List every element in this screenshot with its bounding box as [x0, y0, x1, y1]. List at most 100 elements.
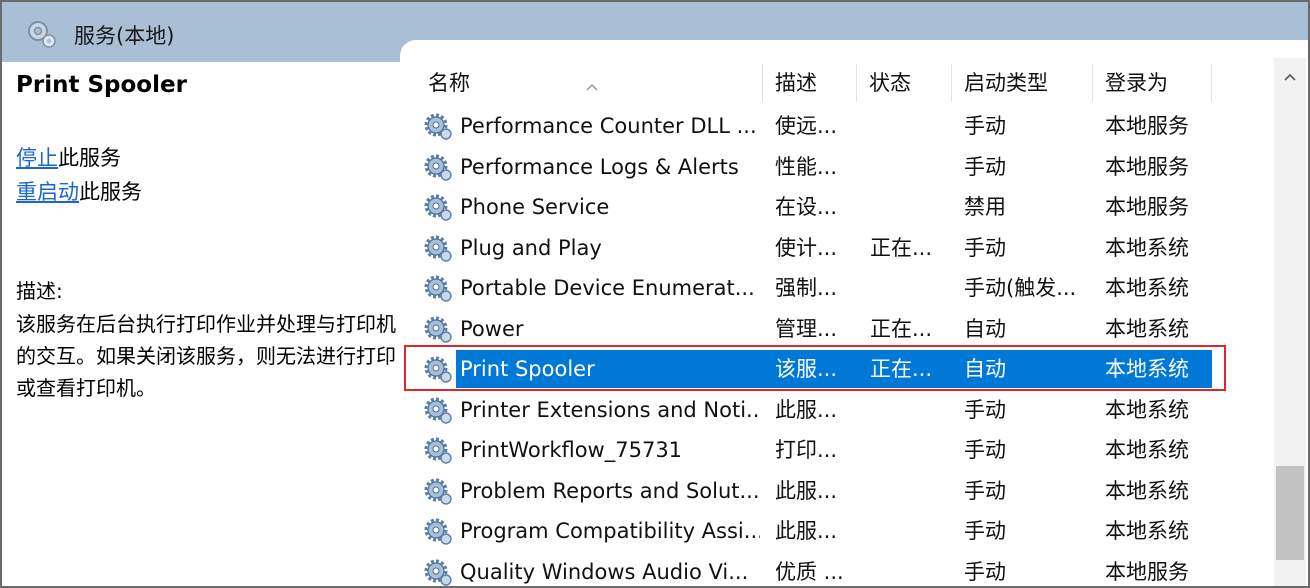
service-log-on-as-cell: 本地服务: [1105, 155, 1189, 179]
service-startup-type-cell: 自动: [964, 357, 1006, 381]
column-header-description[interactable]: 描述: [763, 62, 855, 104]
scroll-up-arrow-icon[interactable]: [1283, 72, 1297, 82]
service-log-on-as-cell: 本地系统: [1105, 398, 1189, 422]
service-description-cell: 优质 ...: [775, 560, 844, 584]
table-row[interactable]: Plug and Play 使计... 正在... 手动 本地系统: [400, 228, 1280, 268]
service-description-cell: 该服...: [775, 357, 838, 381]
service-description-cell: 使远...: [775, 114, 838, 138]
table-row[interactable]: Printer Extensions and Noti... 此服... 手动 本地系…: [400, 390, 1280, 430]
services-gear-icon: [28, 21, 56, 48]
service-log-on-as-cell: 本地服务: [1105, 560, 1189, 584]
service-log-on-as-cell: 本地系统: [1105, 236, 1189, 260]
service-startup-type-cell: 手动: [964, 236, 1006, 260]
selected-service-name: Print Spooler: [16, 72, 187, 98]
service-gear-icon: [424, 194, 452, 221]
service-status-cell: [870, 390, 952, 430]
column-header-row: 名称 描述 状态 启动类型 登录为: [400, 62, 1270, 104]
services-window: 服务(本地) Print Spooler 停止此服务 重启动此服务 描述: 该服…: [0, 0, 1310, 588]
restart-suffix: 此服务: [79, 180, 142, 204]
service-description-cell: 此服...: [775, 398, 838, 422]
service-gear-icon: [424, 437, 452, 464]
service-description-cell: 管理...: [775, 317, 838, 341]
service-status-cell: [870, 430, 952, 470]
service-status-cell: [870, 106, 952, 146]
service-log-on-as-cell: 本地服务: [1105, 114, 1189, 138]
service-startup-type-cell: 手动: [964, 519, 1006, 543]
table-row[interactable]: Program Compatibility Assi... 此服... 手动 本地系统: [400, 511, 1280, 551]
service-log-on-as-cell: 本地系统: [1105, 519, 1189, 543]
service-startup-type-cell: 手动(触发...: [964, 276, 1077, 300]
service-name-cell: Power: [460, 317, 524, 341]
service-name-cell: Plug and Play: [460, 236, 602, 260]
stop-service-link[interactable]: 停止: [16, 146, 58, 170]
service-log-on-as-cell: 本地系统: [1105, 357, 1189, 381]
service-name-cell: Program Compatibility Assi...: [460, 519, 760, 543]
sort-ascending-icon: [586, 83, 598, 91]
service-name-cell: Printer Extensions and Noti...: [460, 398, 760, 422]
service-log-on-as-cell: 本地系统: [1105, 317, 1189, 341]
service-gear-icon: [424, 559, 452, 586]
service-gear-icon: [424, 275, 452, 302]
service-startup-type-cell: 手动: [964, 560, 1006, 584]
service-name-cell: Print Spooler: [460, 357, 595, 381]
service-startup-type-cell: 自动: [964, 317, 1006, 341]
service-startup-type-cell: 手动: [964, 438, 1006, 462]
service-gear-icon: [424, 154, 452, 181]
service-startup-type-cell: 手动: [964, 398, 1006, 422]
column-separator[interactable]: [1211, 64, 1212, 102]
service-description-cell: 此服...: [775, 519, 838, 543]
column-header-status[interactable]: 状态: [857, 62, 951, 104]
restart-service-link[interactable]: 重启动: [16, 180, 79, 204]
table-row[interactable]: Print Spooler 该服... 正在... 自动 本地系统: [400, 345, 1280, 391]
service-status-cell: 正在...: [870, 236, 933, 260]
stop-action-line: 停止此服务: [16, 142, 121, 172]
service-details-pane: Print Spooler 停止此服务 重启动此服务 描述: 该服务在后台执行打…: [2, 62, 402, 586]
service-startup-type-cell: 手动: [964, 155, 1006, 179]
description-label: 描述:: [16, 279, 63, 303]
table-row[interactable]: Problem Reports and Solut... 此服... 手动 本地系统: [400, 471, 1280, 511]
vertical-scrollbar[interactable]: [1274, 58, 1306, 586]
service-status-cell: [870, 147, 952, 187]
service-gear-icon: [424, 316, 452, 343]
table-row[interactable]: Quality Windows Audio Vi... 优质 ... 手动 本地服务: [400, 552, 1280, 586]
services-list-pane: 名称 描述 状态 启动类型 登录为 Performance Counter DL…: [400, 40, 1308, 586]
restart-action-line: 重启动此服务: [16, 176, 142, 206]
service-status-cell: 正在...: [870, 357, 933, 381]
stop-suffix: 此服务: [58, 146, 121, 170]
service-startup-type-cell: 手动: [964, 114, 1006, 138]
service-name-cell: Portable Device Enumerat...: [460, 276, 755, 300]
column-header-log-on-as[interactable]: 登录为: [1093, 62, 1211, 104]
table-row[interactable]: Portable Device Enumerat... 强制... 手动(触发...…: [400, 268, 1280, 308]
service-gear-icon: [424, 356, 452, 383]
service-name-cell: Phone Service: [460, 195, 610, 219]
scrollbar-thumb[interactable]: [1276, 466, 1304, 560]
table-row[interactable]: Power 管理... 正在... 自动 本地系统: [400, 309, 1280, 349]
service-gear-icon: [424, 235, 452, 262]
service-gear-icon: [424, 478, 452, 505]
service-name-cell: Performance Logs & Alerts: [460, 155, 739, 179]
table-row[interactable]: Performance Logs & Alerts 性能... 手动 本地服务: [400, 147, 1280, 187]
service-log-on-as-cell: 本地系统: [1105, 438, 1189, 462]
service-name-cell: PrintWorkflow_75731: [460, 438, 683, 462]
service-gear-icon: [424, 113, 452, 140]
service-startup-type-cell: 禁用: [964, 195, 1006, 219]
service-startup-type-cell: 手动: [964, 479, 1006, 503]
service-status-cell: 正在...: [870, 317, 933, 341]
table-row[interactable]: Performance Counter DLL ... 使远... 手动 本地服务: [400, 106, 1280, 146]
service-status-cell: [870, 187, 952, 227]
service-gear-icon: [424, 518, 452, 545]
service-status-cell: [870, 471, 952, 511]
service-status-cell: [870, 511, 952, 551]
service-description-cell: 打印...: [775, 438, 838, 462]
description-text: 该服务在后台执行打印作业并处理与打印机的交互。如果关闭该服务，则无法进行打印或查…: [16, 312, 396, 400]
service-description-cell: 在设...: [775, 195, 838, 219]
table-row[interactable]: Phone Service 在设... 禁用 本地服务: [400, 187, 1280, 227]
service-name-cell: Quality Windows Audio Vi...: [460, 560, 749, 584]
service-log-on-as-cell: 本地系统: [1105, 479, 1189, 503]
service-log-on-as-cell: 本地系统: [1105, 276, 1189, 300]
service-description-cell: 强制...: [775, 276, 838, 300]
service-description-cell: 使计...: [775, 236, 838, 260]
column-header-startup-type[interactable]: 启动类型: [952, 62, 1092, 104]
table-row[interactable]: PrintWorkflow_75731 打印... 手动 本地系统: [400, 430, 1280, 470]
service-name-cell: Problem Reports and Solut...: [460, 479, 760, 503]
